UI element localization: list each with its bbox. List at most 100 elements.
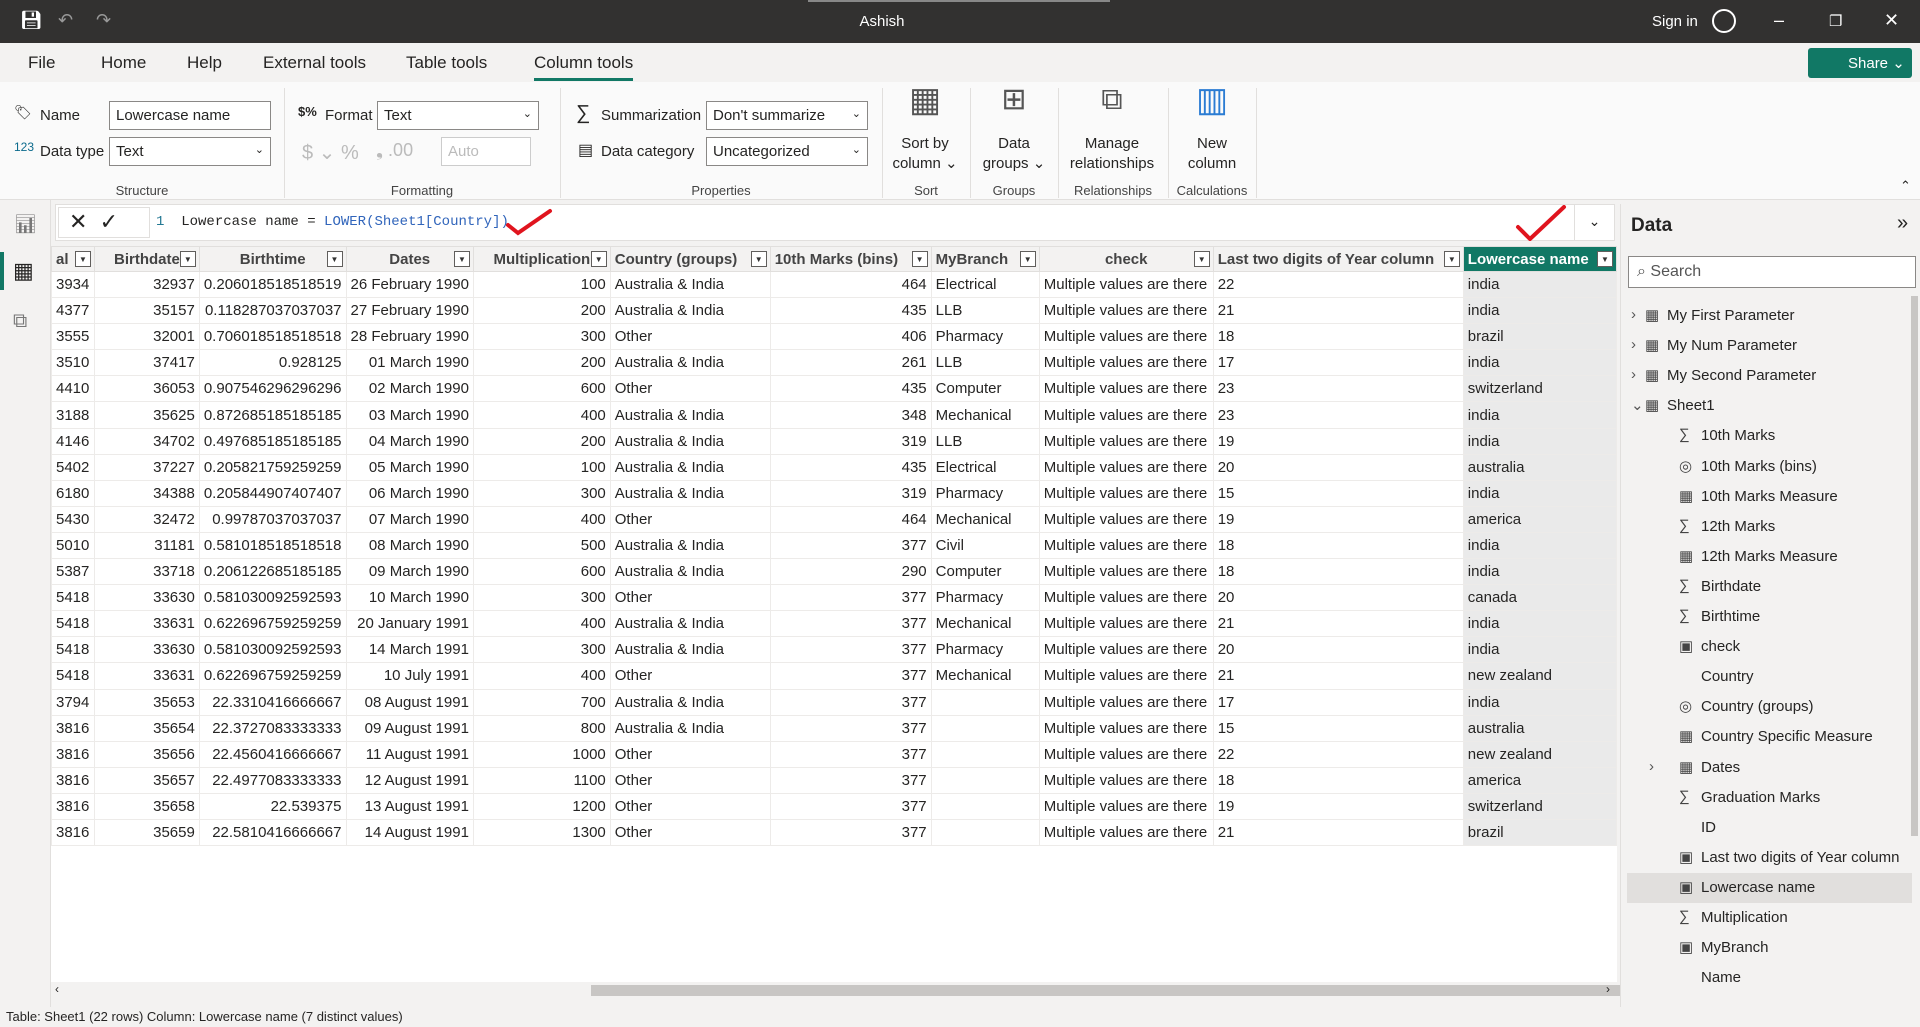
table-cell[interactable]: 200: [472, 349, 611, 377]
tab-table-tools[interactable]: Table tools: [406, 53, 487, 73]
field-list-item[interactable]: ⌄ ▦ Sheet1: [1627, 391, 1912, 421]
table-cell[interactable]: 348: [769, 401, 932, 429]
table-cell[interactable]: 600: [472, 558, 611, 586]
table-cell[interactable]: 35653: [93, 688, 200, 716]
table-cell[interactable]: brazil: [1462, 818, 1618, 847]
field-list-item[interactable]: ▦ Country Specific Measure: [1627, 722, 1912, 752]
table-cell[interactable]: 435: [769, 297, 932, 325]
table-cell[interactable]: 0.206122685185185: [198, 558, 347, 586]
table-cell[interactable]: 3816: [51, 714, 95, 742]
avatar-icon[interactable]: [1712, 9, 1736, 33]
table-cell[interactable]: 435: [769, 453, 932, 481]
table-cell[interactable]: 37417: [93, 349, 200, 377]
field-list-item[interactable]: ∑ Birthdate: [1627, 572, 1912, 602]
table-cell[interactable]: Other: [609, 792, 771, 820]
table-cell[interactable]: 1200: [472, 792, 611, 820]
table-cell[interactable]: [930, 792, 1040, 820]
field-list-item[interactable]: Country: [1627, 662, 1912, 692]
summarization-select[interactable]: Don't summarize ⌄: [706, 101, 868, 130]
filter-dropdown-icon[interactable]: ▼: [326, 251, 343, 267]
column-header[interactable]: check ▼: [1038, 246, 1214, 272]
data-type-select[interactable]: Text ⌄: [109, 137, 271, 166]
table-cell[interactable]: 4377: [51, 297, 95, 325]
table-cell[interactable]: 35658: [93, 792, 200, 820]
close-icon[interactable]: ✕: [1884, 10, 1899, 31]
table-cell[interactable]: india: [1462, 479, 1618, 507]
field-list-item[interactable]: › ▦ Dates: [1627, 753, 1912, 783]
table-cell[interactable]: 22.5810416666667: [198, 818, 347, 847]
table-cell[interactable]: new zealand: [1462, 740, 1618, 768]
table-cell[interactable]: 17: [1212, 688, 1464, 716]
table-cell[interactable]: 5430: [51, 505, 95, 533]
table-cell[interactable]: Pharmacy: [930, 479, 1040, 507]
table-cell[interactable]: india: [1462, 297, 1618, 325]
table-cell[interactable]: 03 March 1990: [345, 401, 474, 429]
field-list-item[interactable]: ▣ MyBranch: [1627, 933, 1912, 963]
table-cell[interactable]: 3510: [51, 349, 95, 377]
table-cell[interactable]: 34702: [93, 427, 200, 455]
column-header[interactable]: Birthtime ▼: [198, 246, 347, 272]
table-cell[interactable]: brazil: [1462, 323, 1618, 351]
table-cell[interactable]: Other: [609, 662, 771, 690]
table-cell[interactable]: 4410: [51, 375, 95, 403]
share-button[interactable]: Share ⌄: [1808, 48, 1912, 78]
table-cell[interactable]: america: [1462, 505, 1618, 533]
table-cell[interactable]: 22: [1212, 740, 1464, 768]
table-cell[interactable]: Australia & India: [609, 558, 771, 586]
table-cell[interactable]: 3816: [51, 792, 95, 820]
table-cell[interactable]: 377: [769, 688, 932, 716]
table-cell[interactable]: Pharmacy: [930, 636, 1040, 664]
table-cell[interactable]: australia: [1462, 714, 1618, 742]
table-cell[interactable]: 5402: [51, 453, 95, 481]
table-cell[interactable]: 0.581018518518518: [198, 531, 347, 560]
column-header[interactable]: 10th Marks (bins) ▼: [769, 246, 932, 272]
table-cell[interactable]: 0.205844907407407: [198, 479, 347, 507]
table-cell[interactable]: 09 March 1990: [345, 558, 474, 586]
filter-dropdown-icon[interactable]: ▼: [1193, 251, 1210, 267]
table-cell[interactable]: 0.581030092592593: [198, 584, 347, 612]
scroll-left-icon[interactable]: ‹: [55, 982, 59, 996]
field-list-item[interactable]: ∑ Birthtime: [1627, 602, 1912, 632]
table-cell[interactable]: 377: [769, 662, 932, 690]
table-cell[interactable]: 34388: [93, 479, 200, 507]
table-cell[interactable]: 300: [472, 479, 611, 507]
table-cell[interactable]: 20 January 1991: [345, 610, 474, 638]
tab-file[interactable]: File: [28, 53, 55, 73]
table-cell[interactable]: 28 February 1990: [345, 323, 474, 351]
table-cell[interactable]: 0.622696759259259: [198, 662, 347, 690]
table-cell[interactable]: Multiple values are there: [1038, 375, 1214, 403]
table-cell[interactable]: 200: [472, 297, 611, 325]
table-cell[interactable]: 5418: [51, 584, 95, 612]
table-cell[interactable]: Australia & India: [609, 349, 771, 377]
table-cell[interactable]: 22.4977083333333: [198, 766, 347, 794]
table-cell[interactable]: Other: [609, 740, 771, 768]
table-cell[interactable]: Other: [609, 584, 771, 612]
table-cell[interactable]: Australia & India: [609, 714, 771, 742]
tab-column-tools[interactable]: Column tools: [534, 53, 634, 81]
field-list-item[interactable]: ∑ Multiplication: [1627, 903, 1912, 933]
sort-by-column-button[interactable]: ▦ Sort by column ⌄: [884, 83, 966, 174]
table-cell[interactable]: 0.581030092592593: [198, 636, 347, 664]
table-cell[interactable]: 3794: [51, 688, 95, 716]
table-cell[interactable]: 0.118287037037037: [198, 297, 347, 325]
table-cell[interactable]: switzerland: [1462, 792, 1618, 820]
table-cell[interactable]: Multiple values are there: [1038, 323, 1214, 351]
table-cell[interactable]: Civil: [930, 531, 1040, 560]
table-cell[interactable]: Mechanical: [930, 505, 1040, 533]
table-cell[interactable]: 300: [472, 584, 611, 612]
table-cell[interactable]: 3816: [51, 766, 95, 794]
table-cell[interactable]: 100: [472, 270, 611, 299]
data-category-select[interactable]: Uncategorized ⌄: [706, 137, 868, 166]
table-cell[interactable]: 27 February 1990: [345, 297, 474, 325]
table-cell[interactable]: canada: [1462, 584, 1618, 612]
model-view-icon[interactable]: ⧉: [13, 310, 27, 333]
table-cell[interactable]: Multiple values are there: [1038, 531, 1214, 560]
tab-home[interactable]: Home: [101, 53, 146, 73]
field-list-item[interactable]: ▦ 10th Marks Measure: [1627, 482, 1912, 512]
table-cell[interactable]: 0.928125: [198, 349, 347, 377]
table-cell[interactable]: 0.907546296296296: [198, 375, 347, 403]
table-cell[interactable]: Australia & India: [609, 636, 771, 664]
report-view-icon[interactable]: 📊︎: [14, 214, 37, 235]
table-cell[interactable]: 33630: [93, 636, 200, 664]
scroll-right-icon[interactable]: ›: [1606, 982, 1610, 996]
